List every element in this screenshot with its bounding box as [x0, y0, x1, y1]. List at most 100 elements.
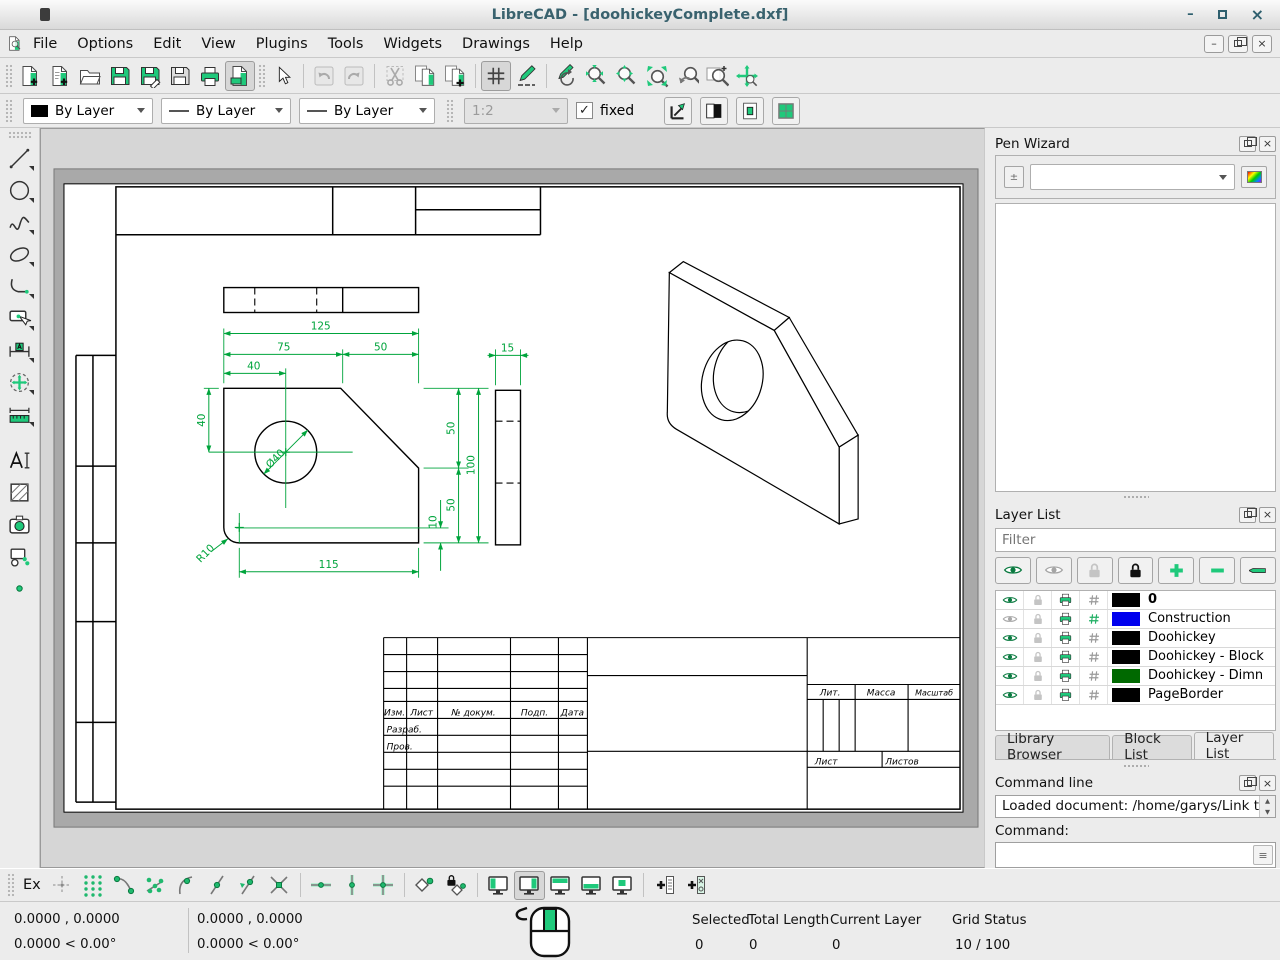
toolbar-handle[interactable]: [446, 99, 453, 123]
dimension-tool-button[interactable]: [3, 334, 37, 366]
new-from-template-button[interactable]: [45, 61, 75, 91]
menu-edit[interactable]: Edit: [143, 33, 191, 55]
tab-block-list[interactable]: Block List: [1112, 735, 1191, 759]
layer-lock-toggle[interactable]: [1024, 610, 1052, 628]
print-button[interactable]: [195, 61, 225, 91]
layer-row[interactable]: Doohickey: [996, 629, 1275, 648]
layer-print-toggle[interactable]: [1052, 686, 1080, 704]
print-preview-button[interactable]: [225, 61, 255, 91]
layer-lock-toggle[interactable]: [1024, 686, 1052, 704]
info-tool-button[interactable]: [3, 398, 37, 430]
spline-tool-button[interactable]: [3, 206, 37, 238]
restrict-horizontal-button[interactable]: [306, 871, 337, 900]
dock-right-button[interactable]: [514, 871, 545, 900]
scroll-up-button[interactable]: ▲: [1260, 796, 1275, 807]
copy-button[interactable]: [410, 61, 440, 91]
snap-grid-button[interactable]: [78, 871, 109, 900]
close-button[interactable]: ×: [1251, 8, 1264, 21]
layer-lock-toggle[interactable]: [1024, 629, 1052, 647]
layer-row[interactable]: Doohickey - Block: [996, 648, 1275, 667]
layer-row[interactable]: Construction: [996, 610, 1275, 629]
layer-lock-toggle[interactable]: [1024, 648, 1052, 666]
hatch-tool-button[interactable]: [3, 476, 37, 508]
layer-visibility-toggle[interactable]: [996, 610, 1024, 628]
set-relative-zero-button[interactable]: [410, 871, 441, 900]
float-panel-button[interactable]: [1239, 775, 1256, 791]
layer-row[interactable]: Doohickey - Dimn: [996, 667, 1275, 686]
menu-tools[interactable]: Tools: [318, 33, 374, 55]
exclusive-snap-button[interactable]: Ex: [17, 877, 47, 893]
lock-all-layers-button[interactable]: [1118, 557, 1154, 584]
snap-endpoint-button[interactable]: [109, 871, 140, 900]
pen-combo[interactable]: [1030, 164, 1235, 190]
open-button[interactable]: [75, 61, 105, 91]
undo-button[interactable]: [309, 61, 339, 91]
layer-row[interactable]: 0: [996, 591, 1275, 610]
toolbar-handle[interactable]: [8, 131, 32, 138]
layer-construction-toggle[interactable]: [1080, 591, 1108, 609]
menu-options[interactable]: Options: [67, 33, 143, 55]
dock-splitter[interactable]: [995, 760, 1276, 772]
modify-tool-button[interactable]: [3, 366, 37, 398]
zoom-previous-button[interactable]: [672, 61, 702, 91]
redo-button[interactable]: [339, 61, 369, 91]
image-tool-button[interactable]: [3, 508, 37, 540]
add-custom-widget-button[interactable]: [680, 871, 711, 900]
layer-print-toggle[interactable]: [1052, 610, 1080, 628]
dock-splitter[interactable]: [995, 492, 1276, 504]
contrast-panel-button[interactable]: [700, 97, 728, 125]
minimize-button[interactable]: –: [1187, 8, 1194, 21]
layer-print-toggle[interactable]: [1052, 591, 1080, 609]
layer-visibility-toggle[interactable]: [996, 686, 1024, 704]
layer-construction-toggle[interactable]: [1080, 648, 1108, 666]
snap-free-button[interactable]: [47, 871, 78, 900]
menu-file[interactable]: File: [23, 33, 67, 55]
layer-construction-toggle[interactable]: [1080, 610, 1108, 628]
layer-color-swatch[interactable]: [1112, 650, 1140, 664]
line-tool-button[interactable]: [3, 142, 37, 174]
color-combo[interactable]: By Layer: [23, 98, 153, 124]
restrict-orthogonal-button[interactable]: [368, 871, 399, 900]
redraw-button[interactable]: [552, 61, 582, 91]
snap-on-entity-button[interactable]: [140, 871, 171, 900]
save-all-button[interactable]: [165, 61, 195, 91]
close-panel-button[interactable]: ×: [1259, 507, 1276, 523]
layer-lock-toggle[interactable]: [1024, 591, 1052, 609]
circle-tool-button[interactable]: [3, 174, 37, 206]
fixed-checkbox[interactable]: ✓: [576, 102, 593, 119]
layer-filter-input[interactable]: [1002, 532, 1269, 548]
pen-color-button[interactable]: [1241, 166, 1267, 188]
mdi-minimize-button[interactable]: –: [1204, 35, 1224, 53]
menu-widgets[interactable]: Widgets: [373, 33, 452, 55]
edit-layer-button[interactable]: [1240, 557, 1276, 584]
mdi-close-button[interactable]: ×: [1252, 35, 1272, 53]
layer-print-toggle[interactable]: [1052, 629, 1080, 647]
layer-color-swatch[interactable]: [1112, 631, 1140, 645]
paste-button[interactable]: [440, 61, 470, 91]
close-panel-button[interactable]: ×: [1259, 775, 1276, 791]
text-tool-button[interactable]: [3, 444, 37, 476]
polyline-tool-button[interactable]: [3, 270, 37, 302]
pen-wizard-list[interactable]: [995, 203, 1276, 491]
save-button[interactable]: [105, 61, 135, 91]
layer-color-swatch[interactable]: [1112, 612, 1140, 626]
auto-zoom-button[interactable]: [642, 61, 672, 91]
width-combo[interactable]: By Layer: [161, 98, 291, 124]
snap-middle-button[interactable]: [202, 871, 233, 900]
zoom-window-button[interactable]: [702, 61, 732, 91]
menu-help[interactable]: Help: [540, 33, 593, 55]
toolbar-handle[interactable]: [258, 64, 265, 88]
corner-arrow-button[interactable]: [664, 97, 692, 125]
snap-distance-button[interactable]: [233, 871, 264, 900]
save-as-button[interactable]: [135, 61, 165, 91]
quad-grid-button[interactable]: [772, 97, 800, 125]
layer-visibility-toggle[interactable]: [996, 629, 1024, 647]
menu-view[interactable]: View: [191, 33, 245, 55]
menu-plugins[interactable]: Plugins: [246, 33, 318, 55]
snap-intersection-button[interactable]: [264, 871, 295, 900]
snap-center-button[interactable]: [171, 871, 202, 900]
linetype-combo[interactable]: By Layer: [299, 98, 435, 124]
unlock-all-layers-button[interactable]: [1077, 557, 1113, 584]
layer-visibility-toggle[interactable]: [996, 591, 1024, 609]
layer-color-swatch[interactable]: [1112, 669, 1140, 683]
